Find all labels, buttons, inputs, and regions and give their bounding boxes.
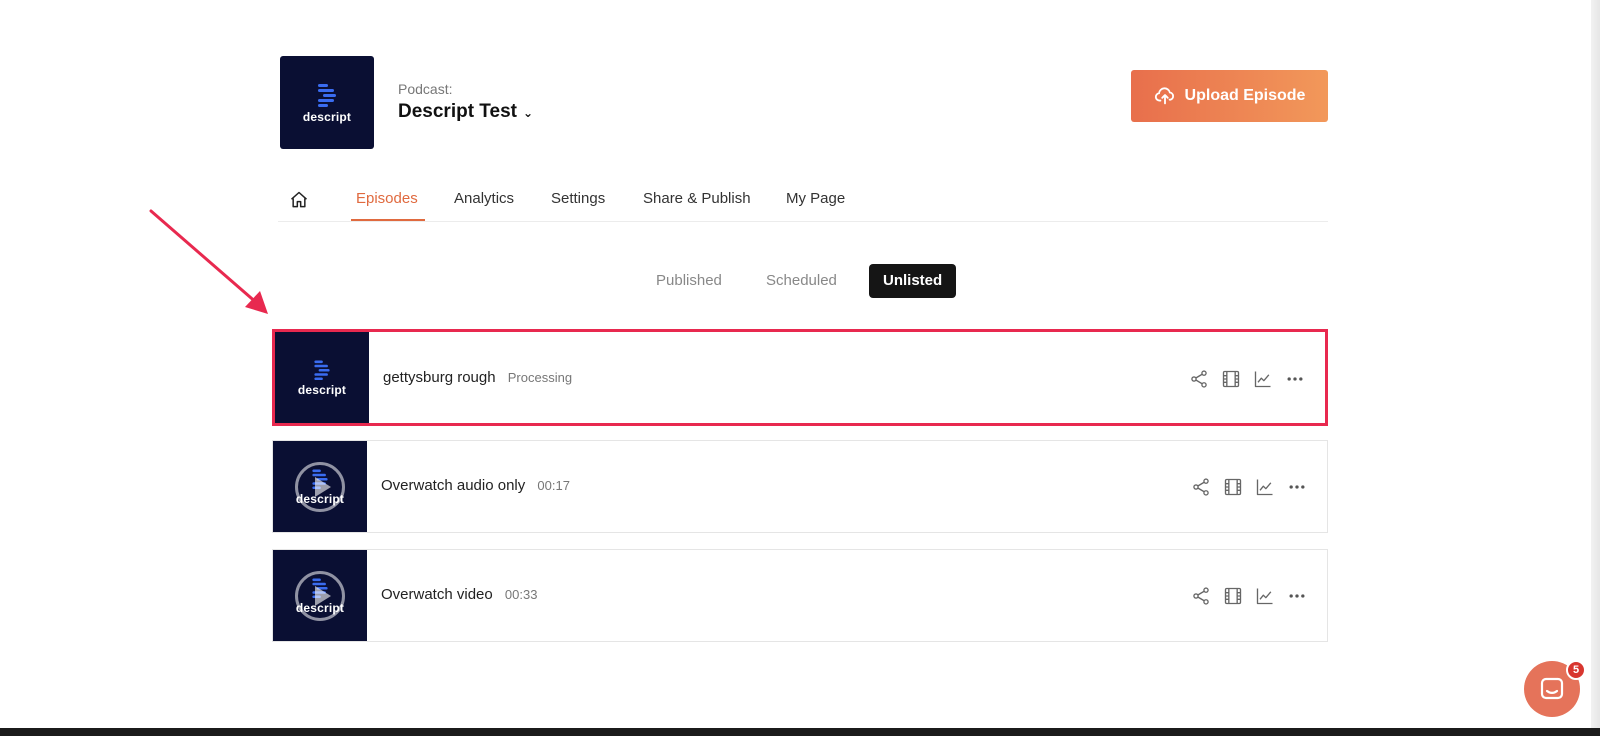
annotation-arrow — [149, 209, 268, 314]
filter-unlisted[interactable]: Unlisted — [869, 264, 957, 298]
filter-scheduled[interactable]: Scheduled — [752, 264, 851, 298]
chat-icon — [1540, 677, 1564, 700]
tab-settings[interactable]: Settings — [551, 190, 605, 207]
analytics-chart-icon[interactable] — [1253, 369, 1273, 389]
podcast-nav-tabs: Episodes Analytics Settings Share & Publ… — [278, 184, 1328, 222]
episode-thumbnail: descript — [273, 441, 367, 532]
cloud-upload-icon — [1154, 87, 1174, 105]
podcast-dashboard: descript Podcast: Descript Test ⌄ Upload… — [0, 0, 1600, 736]
episode-title-group[interactable]: Overwatch audio only 00:17 — [381, 477, 570, 494]
episode-title-group[interactable]: Overwatch video 00:33 — [381, 586, 537, 603]
video-film-icon[interactable] — [1223, 586, 1243, 606]
episode-title: Overwatch video — [381, 586, 493, 603]
thumbnail-logo-text: descript — [297, 383, 347, 397]
active-tab-underline — [351, 219, 425, 221]
more-options-icon[interactable] — [1287, 586, 1307, 606]
episode-duration: 00:33 — [504, 587, 538, 602]
descript-logo-icon — [318, 84, 336, 107]
podcast-artwork: descript — [280, 56, 374, 149]
tab-analytics[interactable]: Analytics — [454, 190, 514, 207]
episode-row[interactable]: descript Overwatch video 00:33 — [272, 549, 1328, 642]
episode-title: gettysburg rough — [383, 369, 496, 386]
episode-thumbnail: descript — [273, 550, 367, 641]
tab-episodes[interactable]: Episodes — [356, 190, 418, 207]
episode-title-group[interactable]: gettysburg rough Processing — [383, 369, 572, 386]
share-icon[interactable] — [1191, 586, 1211, 606]
home-icon[interactable] — [289, 190, 309, 210]
more-options-icon[interactable] — [1287, 477, 1307, 497]
window-edge — [1591, 0, 1600, 728]
tab-my-page[interactable]: My Page — [786, 190, 845, 207]
share-icon[interactable] — [1189, 369, 1209, 389]
tab-share-publish[interactable]: Share & Publish — [643, 190, 751, 207]
video-film-icon[interactable] — [1221, 369, 1241, 389]
episode-title: Overwatch audio only — [381, 477, 526, 494]
episode-actions — [1191, 477, 1307, 497]
episode-row[interactable]: descript Overwatch audio only 00:17 — [272, 440, 1328, 533]
analytics-chart-icon[interactable] — [1255, 586, 1275, 606]
episode-row[interactable]: descript gettysburg rough Processing — [272, 329, 1328, 426]
chevron-down-icon: ⌄ — [522, 106, 534, 120]
episode-actions — [1191, 586, 1307, 606]
episode-actions — [1189, 369, 1305, 389]
play-icon[interactable] — [295, 571, 345, 621]
window-bottom-frame — [0, 728, 1600, 736]
episode-status: Processing — [507, 370, 573, 385]
video-film-icon[interactable] — [1223, 477, 1243, 497]
podcast-selector[interactable]: Descript Test ⌄ — [398, 101, 533, 123]
upload-episode-label: Upload Episode — [1184, 87, 1306, 104]
more-options-icon[interactable] — [1285, 369, 1305, 389]
podcast-name: Descript Test — [398, 101, 517, 122]
play-icon[interactable] — [295, 462, 345, 512]
episode-duration: 00:17 — [537, 478, 570, 493]
share-icon[interactable] — [1191, 477, 1211, 497]
descript-logo-icon — [314, 360, 330, 380]
podcast-caption: Podcast: — [398, 81, 453, 97]
analytics-chart-icon[interactable] — [1255, 477, 1275, 497]
chat-unread-badge: 5 — [1566, 660, 1586, 680]
filter-published[interactable]: Published — [642, 264, 736, 298]
upload-episode-button[interactable]: Upload Episode — [1131, 70, 1328, 122]
artwork-logo-text: descript — [302, 110, 352, 124]
episode-thumbnail: descript — [275, 332, 369, 423]
